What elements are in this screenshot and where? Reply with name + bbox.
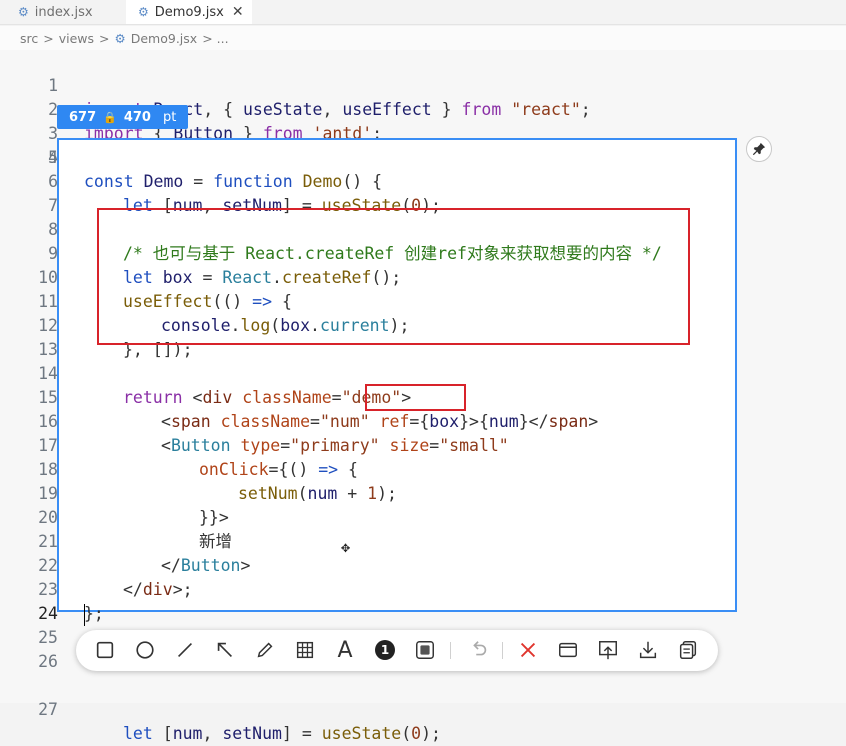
arrow-icon[interactable] xyxy=(213,638,237,662)
line-number: 8 xyxy=(48,220,58,239)
annotation-rectangle[interactable] xyxy=(365,384,466,411)
code-text: </Button> xyxy=(161,556,251,575)
breadcrumb-more[interactable]: > ... xyxy=(202,31,228,46)
breadcrumb-src[interactable]: src xyxy=(20,31,38,46)
save-icon[interactable] xyxy=(596,638,620,662)
undo-icon[interactable] xyxy=(467,638,491,662)
code-text: <Button type="primary" size="small" xyxy=(161,436,509,455)
mosaic-icon[interactable] xyxy=(293,638,317,662)
line-number: 14 xyxy=(38,364,58,383)
download-icon[interactable] xyxy=(636,638,660,662)
toolbar-divider xyxy=(450,642,451,659)
code-text: setNum(num + 1); xyxy=(238,484,397,503)
breadcrumb-file[interactable]: Demo9.jsx xyxy=(131,31,197,46)
code-text: let [num, setNum] = useState(0); xyxy=(123,724,441,743)
snip-size-badge: 677 🔒 470 pt xyxy=(57,105,189,129)
react-file-icon: ⚙ xyxy=(18,5,29,19)
snip-width: 677 xyxy=(69,109,97,125)
number-badge: 1 xyxy=(375,640,395,660)
breadcrumb-separator: > xyxy=(43,30,54,46)
breadcrumb-views[interactable]: views xyxy=(59,31,94,46)
code-line: 2 import { Button } from 'antd'; xyxy=(0,74,846,143)
code-text: </div>; xyxy=(123,580,193,599)
tab-index-jsx[interactable]: ⚙ index.jsx xyxy=(18,0,126,24)
pencil-icon[interactable] xyxy=(253,638,277,662)
text-icon[interactable]: A xyxy=(333,638,357,663)
tab-label: Demo9.jsx xyxy=(154,4,224,20)
ellipse-icon[interactable] xyxy=(133,638,157,662)
code-text: <span className="num" ref={box}>{num}</s… xyxy=(161,412,599,431)
line-number: 25 xyxy=(38,628,58,647)
pin-icon[interactable] xyxy=(746,136,772,162)
toolbar-divider xyxy=(502,642,503,659)
rectangle-icon[interactable] xyxy=(93,638,117,662)
code-text: }}> xyxy=(199,508,229,527)
snip-height: 470 xyxy=(123,109,151,125)
react-file-icon: ⚙ xyxy=(114,30,126,46)
annotation-toolbar: A 1 xyxy=(76,630,718,671)
copy-icon[interactable] xyxy=(676,638,700,662)
code-line: 1 import React, { useState, useEffect } … xyxy=(0,50,846,119)
line-icon[interactable] xyxy=(173,638,197,662)
snip-unit: pt xyxy=(162,109,177,125)
breadcrumb-separator: > xyxy=(99,30,110,46)
tab-demo9-jsx[interactable]: ⚙ Demo9.jsx ✕ xyxy=(126,0,252,24)
annotation-rectangle[interactable] xyxy=(97,208,690,345)
close-icon[interactable]: ✕ xyxy=(232,4,244,20)
move-cursor-icon: ✥ xyxy=(341,538,351,556)
pin-to-screen-icon[interactable] xyxy=(556,638,580,662)
line-number: 5 xyxy=(48,148,58,167)
line-number: 27 xyxy=(38,700,58,719)
code-text: const Demo = function Demo() { xyxy=(84,172,383,191)
code-line: 27 let [num, setNum] = useState(0); xyxy=(0,674,846,743)
breadcrumb: src > views > ⚙ Demo9.jsx > ... xyxy=(0,26,846,50)
code-text: }; xyxy=(84,604,104,623)
line-number: 26 xyxy=(38,652,58,671)
number-icon[interactable]: 1 xyxy=(373,638,397,662)
highlight-icon[interactable] xyxy=(413,638,437,662)
cancel-icon[interactable] xyxy=(516,638,540,662)
react-file-icon: ⚙ xyxy=(138,5,149,19)
text-caret xyxy=(84,604,85,626)
tab-label: index.jsx xyxy=(34,4,93,20)
editor-tab-bar: ⚙ index.jsx ⚙ Demo9.jsx ✕ xyxy=(0,0,846,25)
code-text: onClick={() => { xyxy=(199,460,358,479)
code-text: 新增 xyxy=(199,532,232,551)
lock-icon[interactable]: 🔒 xyxy=(103,111,117,124)
